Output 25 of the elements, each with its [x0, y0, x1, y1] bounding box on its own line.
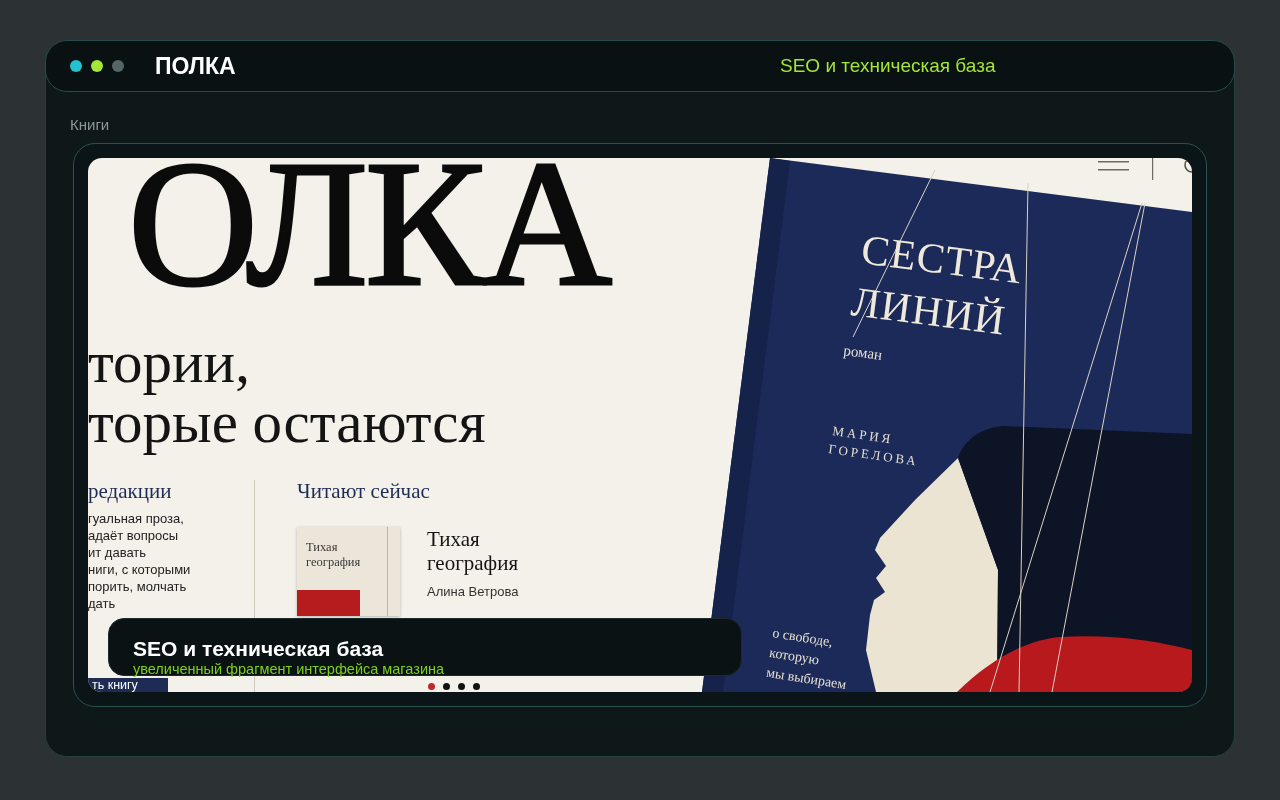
- carousel-dot-icon[interactable]: [443, 683, 450, 690]
- thumbnail-title: Тихая география: [306, 540, 362, 570]
- section-label: Книги: [70, 116, 110, 134]
- cover-genre: роман: [842, 342, 884, 363]
- editorial-text: гуальная проза, адаёт вопросы ит давать ниги, с которыми порить, молчать дать: [88, 510, 191, 612]
- cover-blurb: о свободе, которую мы выбираем: [765, 625, 848, 692]
- book-thumbnail[interactable]: Тихая география: [297, 527, 400, 616]
- carousel-dot-icon[interactable]: [458, 683, 465, 690]
- column-heading: Читают сейчас: [297, 480, 430, 502]
- carousel-dot-icon[interactable]: [428, 683, 435, 690]
- header-subtitle: SEO и техническая база: [780, 54, 996, 78]
- book-author: Алина Ветрова: [427, 584, 520, 600]
- caption-title: SEO и техническая база: [133, 637, 384, 661]
- book-button[interactable]: ть книгу: [88, 678, 168, 692]
- cover-title: СЕСТРА ЛИНИЙ: [848, 226, 1026, 344]
- brand-title: ПОЛКА: [155, 53, 236, 79]
- hero-wordmark: ОЛКА: [128, 158, 610, 290]
- carousel-dot-icon[interactable]: [473, 683, 480, 690]
- caption-subtitle: увеличенный фрагмент интерфейса магазина: [133, 661, 445, 677]
- column-heading: редакции: [88, 480, 172, 502]
- menu-icon[interactable]: [1098, 161, 1129, 171]
- search-icon[interactable]: [1184, 158, 1192, 173]
- cover-art-block: [297, 590, 360, 616]
- book-title[interactable]: Тихая география: [427, 527, 539, 575]
- cover-author: МАРИЯ ГОРЕЛОВА: [827, 423, 920, 469]
